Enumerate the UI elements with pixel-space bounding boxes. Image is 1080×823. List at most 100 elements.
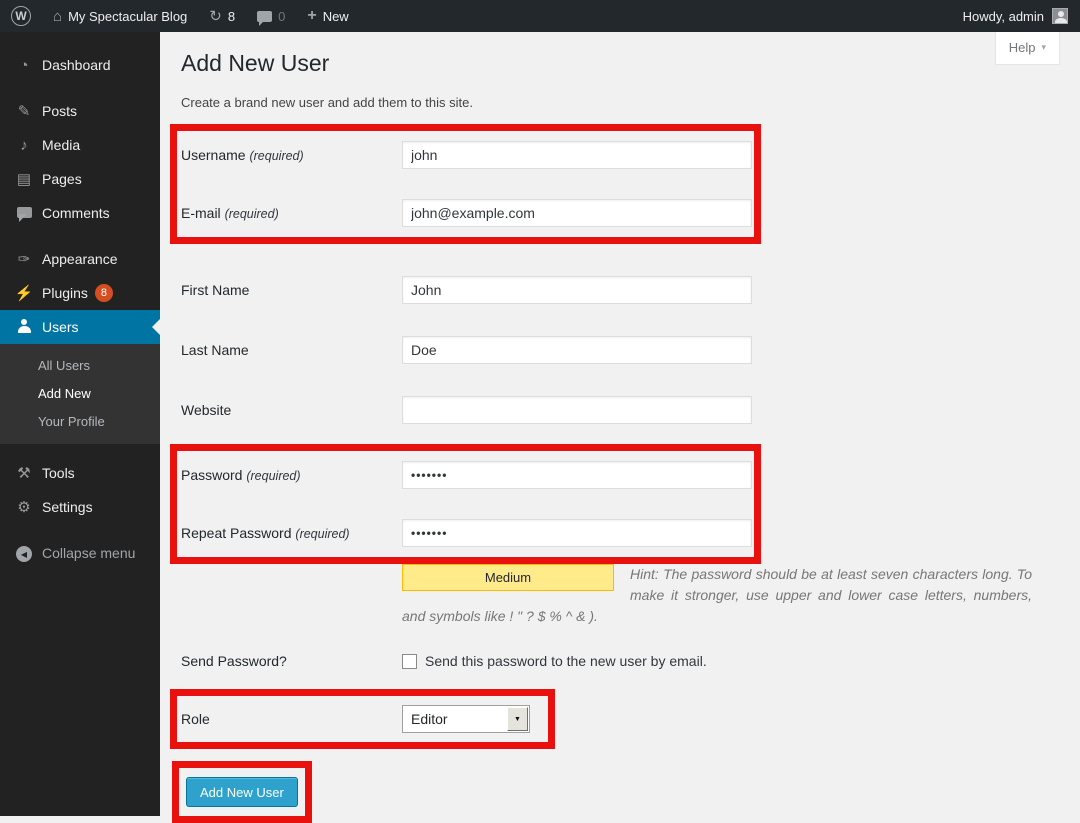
plugins-update-badge: 8: [95, 284, 113, 302]
password-label: Password (required): [181, 467, 402, 483]
sidebar-item-label: Settings: [42, 499, 93, 515]
highlight-box-submit: Add New User: [172, 761, 312, 823]
role-row: Role Editor ▼: [181, 705, 548, 733]
sidebar-item-posts[interactable]: ✎ Posts: [0, 94, 160, 128]
settings-icon: ⚙: [14, 498, 34, 516]
username-label: Username (required): [181, 147, 402, 163]
dashboard-icon: ◔: [14, 57, 34, 74]
username-row: Username (required): [181, 141, 754, 169]
last-name-label: Last Name: [181, 342, 402, 358]
role-selected-value: Editor: [403, 711, 507, 727]
select-dropdown-arrow-icon[interactable]: ▼: [507, 707, 528, 731]
highlight-box-passwords: Password (required) Repeat Password (req…: [170, 444, 761, 564]
sidebar-item-label: Dashboard: [42, 57, 111, 73]
admin-bar-right: Howdy, admin: [963, 8, 1080, 24]
sidebar-item-label: Appearance: [42, 251, 118, 267]
posts-icon: ✎: [14, 102, 34, 120]
home-icon: ⌂: [53, 9, 62, 24]
collapse-icon: ◀: [14, 544, 34, 563]
collapse-menu-button[interactable]: ◀ Collapse menu: [0, 536, 160, 570]
sidebar-item-dashboard[interactable]: ◔ Dashboard: [0, 48, 160, 82]
users-icon: [14, 319, 34, 336]
sidebar-item-label: Posts: [42, 103, 77, 119]
wordpress-menu-button[interactable]: W: [0, 0, 42, 32]
highlight-box-role: Role Editor ▼: [170, 689, 555, 749]
repeat-password-input[interactable]: [402, 519, 752, 547]
highlight-box-username-email: Username (required) E-mail (required): [170, 124, 761, 244]
appearance-icon: ✑: [14, 250, 34, 268]
sidebar-item-label: Users: [42, 319, 79, 335]
collapse-menu-label: Collapse menu: [42, 545, 135, 561]
repeat-password-row: Repeat Password (required): [181, 519, 754, 547]
website-row: Website: [181, 396, 1080, 424]
password-strength-indicator: Medium: [402, 564, 614, 591]
username-input[interactable]: [402, 141, 752, 169]
role-label: Role: [181, 711, 402, 727]
sidebar-item-media[interactable]: ♪ Media: [0, 128, 160, 162]
first-name-row: First Name: [181, 276, 1080, 304]
main-content: Help ▾ Add New User Create a brand new u…: [160, 32, 1080, 816]
admin-bar-left: W ⌂ My Spectacular Blog ↻ 8 0 + New: [0, 0, 360, 32]
sidebar-item-comments[interactable]: Comments: [0, 196, 160, 230]
sidebar-item-plugins[interactable]: ⚡ Plugins 8: [0, 276, 160, 310]
first-name-input[interactable]: [402, 276, 752, 304]
sidebar-item-pages[interactable]: ▤ Pages: [0, 162, 160, 196]
comments-icon: [257, 11, 272, 22]
comments-count: 0: [278, 9, 285, 24]
sidebar-item-label: Tools: [42, 465, 75, 481]
admin-sidebar: ◔ Dashboard ✎ Posts ♪ Media ▤ Pages Comm…: [0, 32, 160, 816]
password-strength-area: Medium Hint: The password should be at l…: [402, 564, 1032, 627]
page-description: Create a brand new user and add them to …: [170, 81, 1080, 110]
new-content-button[interactable]: + New: [296, 0, 359, 32]
submenu-item-add-new[interactable]: Add New: [0, 379, 160, 407]
add-new-user-button[interactable]: Add New User: [186, 777, 298, 807]
email-label: E-mail (required): [181, 205, 402, 221]
sidebar-item-label: Media: [42, 137, 80, 153]
help-label: Help: [1009, 40, 1036, 55]
send-password-label: Send Password?: [181, 653, 402, 669]
sidebar-item-label: Pages: [42, 171, 82, 187]
sidebar-item-users[interactable]: Users: [0, 310, 160, 344]
sidebar-item-tools[interactable]: ⚒ Tools: [0, 456, 160, 490]
comments-icon: [14, 205, 34, 222]
email-row: E-mail (required): [181, 199, 754, 227]
send-password-checkbox[interactable]: [402, 654, 417, 669]
password-input[interactable]: [402, 461, 752, 489]
submenu-item-your-profile[interactable]: Your Profile: [0, 407, 160, 435]
updates-link[interactable]: ↻ 8: [198, 0, 246, 32]
admin-bar: W ⌂ My Spectacular Blog ↻ 8 0 + New Howd…: [0, 0, 1080, 32]
last-name-input[interactable]: [402, 336, 752, 364]
comments-link[interactable]: 0: [246, 0, 296, 32]
help-button[interactable]: Help ▾: [995, 32, 1060, 65]
send-password-field: Send this password to the new user by em…: [402, 653, 707, 669]
page-title: Add New User: [170, 41, 1080, 81]
sidebar-item-appearance[interactable]: ✑ Appearance: [0, 242, 160, 276]
site-name-link[interactable]: ⌂ My Spectacular Blog: [42, 0, 198, 32]
howdy-admin-link[interactable]: Howdy, admin: [963, 9, 1044, 24]
sidebar-item-settings[interactable]: ⚙ Settings: [0, 490, 160, 524]
submenu-item-all-users[interactable]: All Users: [0, 351, 160, 379]
pages-icon: ▤: [14, 170, 34, 188]
first-name-label: First Name: [181, 282, 402, 298]
name-website-rows: First Name Last Name Website: [170, 276, 1080, 424]
updates-icon: ↻: [209, 9, 222, 24]
website-input[interactable]: [402, 396, 752, 424]
last-name-row: Last Name: [181, 336, 1080, 364]
chevron-down-icon: ▾: [1041, 42, 1046, 53]
site-name-label: My Spectacular Blog: [68, 9, 187, 24]
avatar[interactable]: [1052, 8, 1068, 24]
users-submenu: All Users Add New Your Profile: [0, 344, 160, 444]
password-row: Password (required): [181, 461, 754, 489]
tools-icon: ⚒: [14, 464, 34, 482]
new-label: New: [323, 9, 349, 24]
sidebar-item-label: Plugins: [42, 285, 88, 301]
repeat-password-label: Repeat Password (required): [181, 525, 402, 541]
email-input[interactable]: [402, 199, 752, 227]
send-password-checkbox-label: Send this password to the new user by em…: [425, 653, 707, 669]
role-select[interactable]: Editor ▼: [402, 705, 530, 733]
wordpress-logo-icon: W: [11, 6, 31, 26]
website-label: Website: [181, 402, 402, 418]
plugins-icon: ⚡: [14, 284, 34, 302]
media-icon: ♪: [14, 137, 34, 154]
updates-count: 8: [228, 9, 235, 24]
